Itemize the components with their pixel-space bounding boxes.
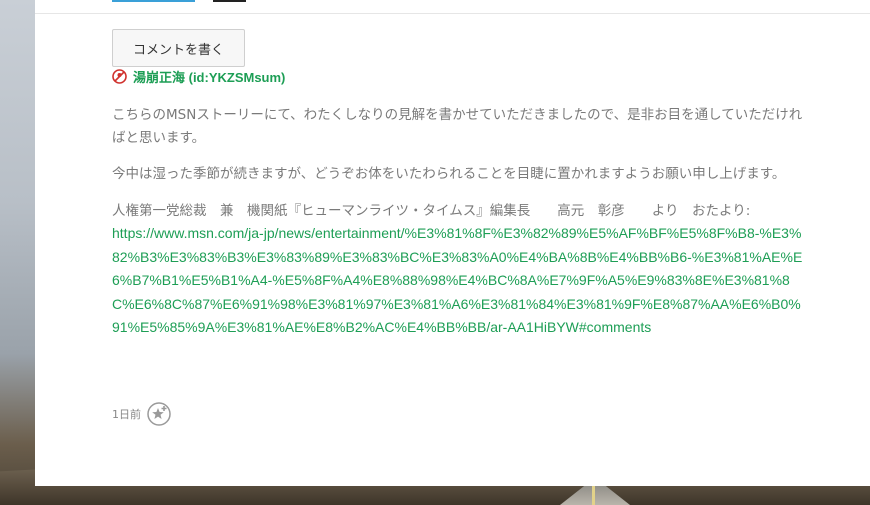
- content-panel: コメントを書く 湯崩正海 (id:YKZSMsum) こちらのMSNストーリーに…: [35, 0, 870, 486]
- comment-paragraph-3: 人権第一党総裁 兼 機関紙『ヒューマンライツ・タイムス』編集長 高元 彰彦 より…: [112, 200, 804, 340]
- write-comment-button[interactable]: コメントを書く: [112, 29, 245, 67]
- comment-author-link[interactable]: 湯崩正海 (id:YKZSMsum): [133, 67, 285, 86]
- background-road-line: [592, 485, 595, 505]
- tweet-button-edge[interactable]: [213, 0, 246, 2]
- comment-paragraph-2: 今中は湿った季節が続きますが、どうぞお体をいたわられることを目睫に置かれますよう…: [112, 166, 786, 182]
- comment-paragraph-1: こちらのMSNストーリーにて、わたくしなりの見解を書かせていただきましたので、是…: [112, 107, 803, 146]
- comment-body: こちらのMSNストーリーにて、わたくしなりの見解を書かせていただきましたので、是…: [112, 104, 804, 354]
- msn-story-link[interactable]: https://www.msn.com/ja-jp/news/entertain…: [112, 225, 802, 335]
- comment-author-row: 湯崩正海 (id:YKZSMsum): [112, 67, 285, 85]
- user-badge-icon[interactable]: [112, 68, 127, 84]
- comment-timestamp[interactable]: 1日前: [112, 406, 141, 422]
- top-divider: [35, 13, 870, 14]
- share-button-edge[interactable]: [112, 0, 195, 2]
- comment-meta: 1日前: [112, 402, 171, 426]
- comment-signature: 人権第一党総裁 兼 機関紙『ヒューマンライツ・タイムス』編集長 高元 彰彦 より…: [112, 202, 751, 219]
- add-star-icon[interactable]: [147, 402, 171, 426]
